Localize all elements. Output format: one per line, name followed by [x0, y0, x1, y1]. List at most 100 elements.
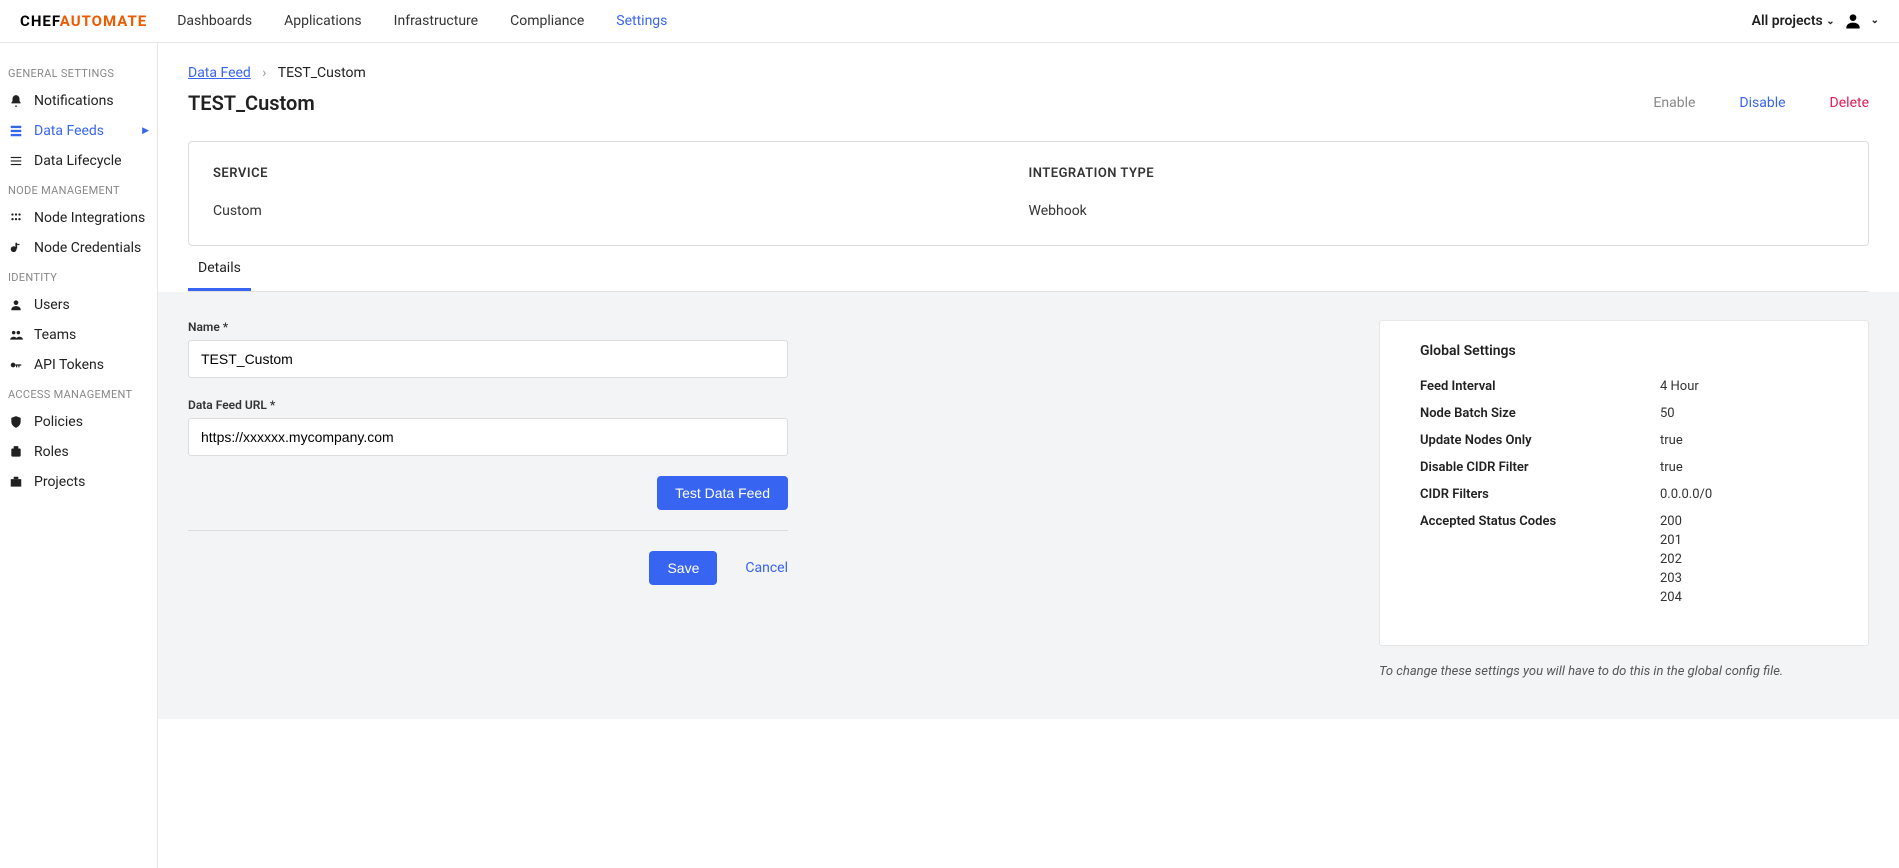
- save-button[interactable]: Save: [649, 551, 717, 585]
- cancel-button[interactable]: Cancel: [745, 560, 788, 576]
- divider: [188, 530, 788, 531]
- service-value: Custom: [213, 203, 1029, 219]
- topnav-item-compliance[interactable]: Compliance: [510, 13, 584, 29]
- logo: CHEFAUTOMATE: [20, 12, 147, 30]
- disable-button[interactable]: Disable: [1739, 95, 1785, 111]
- enable-button[interactable]: Enable: [1653, 95, 1695, 111]
- project-icon: [8, 475, 24, 489]
- global-setting-row: Disable CIDR Filtertrue: [1420, 460, 1828, 475]
- sidebar-item-projects[interactable]: Projects: [0, 467, 157, 497]
- global-setting-label: Update Nodes Only: [1420, 433, 1660, 448]
- global-setting-value: 4 Hour: [1660, 379, 1699, 394]
- sidebar-item-data-lifecycle[interactable]: Data Lifecycle: [0, 146, 157, 176]
- sidebar-item-label: Teams: [34, 327, 76, 343]
- summary-service: SERVICE Custom: [213, 166, 1029, 219]
- integration-value: Webhook: [1029, 203, 1845, 219]
- title-actions: Enable Disable Delete: [1653, 95, 1869, 111]
- triangle-right-icon: ▶: [142, 126, 149, 136]
- lifecycle-icon: [8, 154, 24, 168]
- sidebar-item-label: Data Lifecycle: [34, 153, 122, 169]
- sidebar-item-label: API Tokens: [34, 357, 104, 373]
- chevron-down-icon: ⌄: [1826, 16, 1834, 27]
- topnav-item-applications[interactable]: Applications: [284, 13, 362, 29]
- topnav-item-infrastructure[interactable]: Infrastructure: [394, 13, 478, 29]
- sidebar-group-title: NODE MANAGEMENT: [0, 176, 157, 203]
- sidebar-item-roles[interactable]: Roles: [0, 437, 157, 467]
- test-data-feed-button[interactable]: Test Data Feed: [657, 476, 788, 510]
- sidebar-item-label: Node Integrations: [34, 210, 145, 226]
- token-icon: [8, 358, 24, 372]
- delete-button[interactable]: Delete: [1830, 95, 1869, 111]
- breadcrumb-separator: ›: [262, 65, 266, 81]
- sidebar-group-title: IDENTITY: [0, 263, 157, 290]
- sidebar-item-label: Node Credentials: [34, 240, 141, 256]
- bell-icon: [8, 94, 24, 108]
- form-area: Name * Data Feed URL * Test Data Feed Sa…: [158, 292, 1899, 719]
- sidebar-item-node-integrations[interactable]: Node Integrations: [0, 203, 157, 233]
- global-setting-value: true: [1660, 460, 1683, 475]
- projects-dropdown[interactable]: All projects ⌄: [1752, 13, 1835, 29]
- tab-details[interactable]: Details: [188, 246, 251, 291]
- feed-icon: [8, 124, 24, 138]
- logo-chef: CHEF: [20, 12, 60, 30]
- sidebar-item-api-tokens[interactable]: API Tokens: [0, 350, 157, 380]
- global-setting-value: true: [1660, 433, 1683, 448]
- summary-card: SERVICE Custom INTEGRATION TYPE Webhook: [188, 141, 1869, 246]
- tabs: Details: [188, 246, 1869, 292]
- status-code-value: 201: [1660, 533, 1682, 548]
- global-setting-label: Feed Interval: [1420, 379, 1660, 394]
- projects-label: All projects: [1752, 13, 1823, 29]
- sidebar-item-label: Users: [34, 297, 70, 313]
- sidebar-item-users[interactable]: Users: [0, 290, 157, 320]
- global-settings-card: Global Settings Feed Interval4 HourNode …: [1379, 320, 1869, 646]
- page-title: TEST_Custom: [188, 91, 315, 115]
- global-setting-label: Node Batch Size: [1420, 406, 1660, 421]
- sidebar-item-label: Roles: [34, 444, 69, 460]
- logo-automate: AUTOMATE: [60, 12, 147, 30]
- sidebar-item-data-feeds[interactable]: Data Feeds▶: [0, 116, 157, 146]
- form-left: Name * Data Feed URL * Test Data Feed Sa…: [188, 320, 788, 585]
- key-icon: [8, 241, 24, 255]
- nodeint-icon: [8, 211, 24, 225]
- chevron-down-icon[interactable]: ⌄: [1871, 15, 1879, 26]
- global-codes-values: 200201202203204: [1660, 514, 1682, 609]
- url-input[interactable]: [188, 418, 788, 456]
- sidebar-item-policies[interactable]: Policies: [0, 407, 157, 437]
- sidebar-item-label: Projects: [34, 474, 85, 490]
- status-code-value: 203: [1660, 571, 1682, 586]
- name-input[interactable]: [188, 340, 788, 378]
- status-code-value: 200: [1660, 514, 1682, 529]
- breadcrumb-root[interactable]: Data Feed: [188, 65, 251, 81]
- topnav-item-dashboards[interactable]: Dashboards: [177, 13, 252, 29]
- summary-integration: INTEGRATION TYPE Webhook: [1029, 166, 1845, 219]
- sidebar-item-notifications[interactable]: Notifications: [0, 86, 157, 116]
- name-label: Name *: [188, 320, 788, 334]
- topnav-item-settings[interactable]: Settings: [616, 13, 667, 29]
- breadcrumb: Data Feed › TEST_Custom: [158, 43, 1899, 91]
- global-setting-value: 0.0.0.0/0: [1660, 487, 1712, 502]
- top-bar: CHEFAUTOMATE Dashboards Applications Infra…: [0, 0, 1899, 43]
- user-avatar-icon[interactable]: [1843, 11, 1863, 31]
- global-settings-note: To change these settings you will have t…: [1379, 664, 1869, 679]
- sidebar-group-title: ACCESS MANAGEMENT: [0, 380, 157, 407]
- sidebar-group-title: GENERAL SETTINGS: [0, 59, 157, 86]
- status-code-value: 202: [1660, 552, 1682, 567]
- title-row: TEST_Custom Enable Disable Delete: [158, 91, 1899, 141]
- global-setting-value: 50: [1660, 406, 1675, 421]
- sidebar-item-label: Policies: [34, 414, 83, 430]
- top-nav: Dashboards Applications Infrastructure Comp…: [177, 13, 667, 29]
- global-setting-label: Disable CIDR Filter: [1420, 460, 1660, 475]
- role-icon: [8, 445, 24, 459]
- global-codes-row: Accepted Status Codes 200201202203204: [1420, 514, 1828, 609]
- global-setting-label: CIDR Filters: [1420, 487, 1660, 502]
- sidebar-item-teams[interactable]: Teams: [0, 320, 157, 350]
- main-content: Data Feed › TEST_Custom TEST_Custom Enab…: [158, 43, 1899, 868]
- sidebar-item-node-credentials[interactable]: Node Credentials: [0, 233, 157, 263]
- global-setting-row: CIDR Filters0.0.0.0/0: [1420, 487, 1828, 502]
- right-panel: Global Settings Feed Interval4 HourNode …: [1359, 320, 1869, 679]
- sidebar-item-label: Notifications: [34, 93, 114, 109]
- sidebar: GENERAL SETTINGS Notifications Data Feeds▶…: [0, 43, 158, 868]
- global-setting-row: Node Batch Size50: [1420, 406, 1828, 421]
- topbar-right: All projects ⌄ ⌄: [1752, 11, 1879, 31]
- team-icon: [8, 328, 24, 342]
